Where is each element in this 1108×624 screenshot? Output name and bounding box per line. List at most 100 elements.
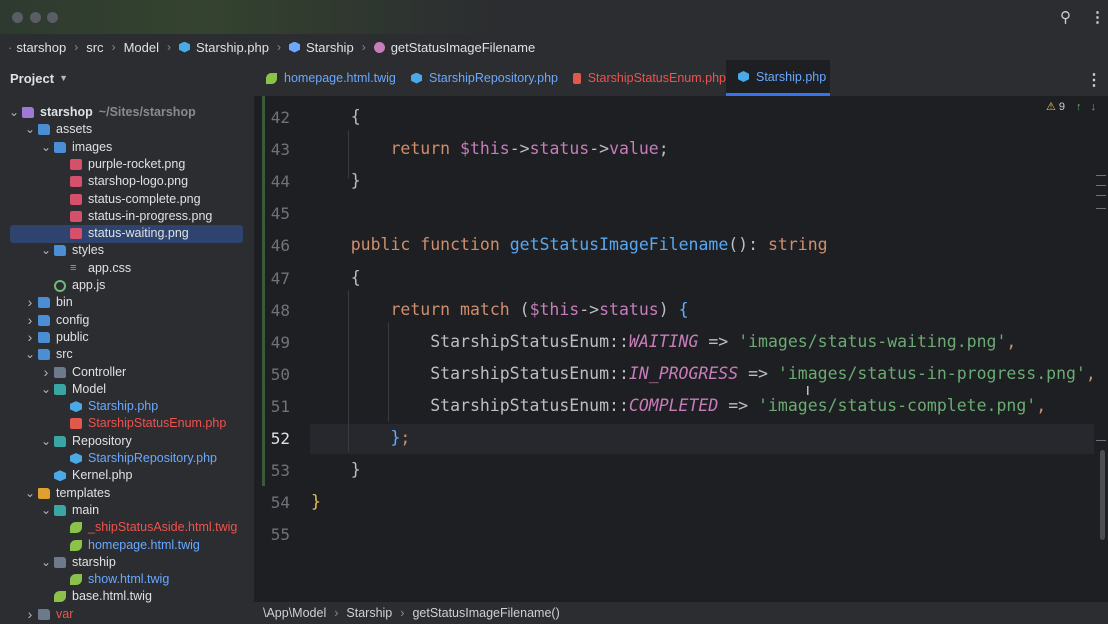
status-breadcrumb: \App\Model › Starship › getStatusImageFi… — [254, 602, 1108, 624]
chevron-down-icon[interactable]: ⌄ — [24, 346, 36, 363]
tree-item[interactable]: app.js — [0, 277, 254, 294]
twig-icon — [70, 574, 82, 586]
editor-tab[interactable]: homepage.html.twig — [254, 60, 399, 96]
next-highlight-icon[interactable]: ↓ — [1091, 101, 1097, 113]
code-token: COMPLETED — [628, 395, 719, 415]
code-line[interactable]: } — [311, 171, 361, 190]
code-token: } — [390, 428, 401, 447]
code-line[interactable]: StarshipStatusEnum::COMPLETED => 'images… — [311, 396, 1046, 415]
tree-item-label: starship — [72, 554, 116, 569]
tree-item[interactable]: _shipStatusAside.html.twig — [0, 519, 254, 536]
line-number: 48 — [270, 300, 290, 320]
tree-item[interactable]: StarshipRepository.php — [0, 450, 254, 467]
chevron-right-icon[interactable]: › — [24, 606, 36, 623]
breadcrumb-item-file[interactable]: Starship.php — [196, 40, 269, 55]
chevron-down-icon[interactable]: ⌄ — [40, 242, 52, 259]
code-line[interactable]: return $this->status->value; — [311, 139, 668, 159]
breadcrumb-item-class[interactable]: Starship — [306, 40, 354, 55]
tree-item[interactable]: starshop-logo.png — [0, 173, 254, 190]
breadcrumb-item-src[interactable]: src — [86, 40, 103, 55]
tree-item[interactable]: ⌄ templates — [0, 485, 254, 502]
tree-item[interactable]: show.html.twig — [0, 571, 254, 588]
chevron-right-icon[interactable]: › — [24, 329, 36, 346]
tree-item[interactable]: ⌄ main — [0, 502, 254, 519]
chevron-down-icon[interactable]: ⌄ — [40, 139, 52, 156]
code-line[interactable]: { — [311, 107, 361, 126]
tree-item[interactable]: › Controller — [0, 364, 254, 381]
tree-item[interactable]: › config — [0, 312, 254, 329]
editor-tab[interactable]: StarshipStatusEnum.php — [561, 60, 726, 96]
tree-item[interactable]: › bin — [0, 294, 254, 311]
inspection-widget[interactable]: ⚠ 9 ↑ ↓ — [1046, 100, 1097, 114]
breadcrumb-item-project[interactable]: starshop — [16, 40, 66, 55]
tree-item[interactable]: › public — [0, 329, 254, 346]
code-line[interactable]: public function getStatusImageFilename()… — [311, 235, 828, 254]
tree-item[interactable]: ⌄ assets — [0, 121, 254, 138]
tree-item[interactable]: ⌄ starshop ~/Sites/starshop — [0, 104, 254, 121]
tree-item[interactable]: Starship.php — [0, 398, 254, 415]
tree-item[interactable]: Kernel.php — [0, 467, 254, 484]
chevron-down-icon[interactable]: ⌄ — [40, 381, 52, 398]
code-line[interactable]: }; — [311, 428, 410, 447]
chevron-right-icon[interactable]: › — [24, 294, 36, 311]
tree-item[interactable]: status-complete.png — [0, 191, 254, 208]
code-token: status — [529, 139, 590, 159]
tree-item[interactable]: ⌄ starship — [0, 554, 254, 571]
code-line[interactable]: return match ($this->status) { — [311, 299, 688, 319]
editor-tab[interactable]: Starship.php — [726, 60, 830, 96]
folder-icon — [38, 331, 50, 343]
tree-item[interactable]: base.html.twig — [0, 588, 254, 605]
tree-item[interactable]: purple-rocket.png — [0, 156, 254, 173]
vertical-scrollbar[interactable] — [1100, 450, 1105, 540]
chevron-down-icon[interactable]: ⌄ — [40, 502, 52, 519]
code-line[interactable]: { — [311, 268, 361, 287]
code-line[interactable]: StarshipStatusEnum::WAITING => 'images/s… — [311, 332, 1016, 351]
status-namespace[interactable]: \App\Model — [263, 606, 326, 620]
tree-item[interactable]: status-waiting.png — [0, 225, 254, 244]
chevron-right-icon[interactable]: › — [24, 312, 36, 329]
code-token: StarshipStatusEnum:: — [311, 331, 629, 351]
minimize-window-button[interactable] — [30, 12, 41, 23]
chevron-down-icon[interactable]: ⌄ — [24, 121, 36, 138]
maximize-window-button[interactable] — [47, 12, 58, 23]
breadcrumb-item-method[interactable]: getStatusImageFilename — [391, 40, 536, 55]
status-class[interactable]: Starship — [346, 606, 392, 620]
image-icon — [70, 193, 82, 205]
tree-item[interactable]: ⌄ Model — [0, 381, 254, 398]
tree-item[interactable]: ⌄ images — [0, 139, 254, 156]
previous-highlight-icon[interactable]: ↑ — [1076, 101, 1082, 113]
close-window-button[interactable] — [12, 12, 23, 23]
line-number: 42 — [270, 108, 290, 127]
project-panel-header[interactable]: Project ▼ — [0, 60, 254, 96]
tabs-more-icon[interactable]: ⋮ — [1086, 70, 1102, 90]
chevron-down-icon[interactable]: ⌄ — [8, 104, 20, 121]
breadcrumb-item-model[interactable]: Model — [124, 40, 159, 55]
code-line[interactable]: } — [311, 492, 321, 511]
tree-item[interactable]: ≡ app.css — [0, 260, 254, 277]
tree-item[interactable]: ⌄ Repository — [0, 433, 254, 450]
chevron-down-icon[interactable]: ⌄ — [40, 433, 52, 450]
code-token: string — [768, 235, 828, 255]
tree-item-label: StarshipRepository.php — [88, 451, 218, 465]
code-token: -> — [579, 299, 600, 319]
more-menu-icon[interactable]: ⋮ — [1090, 8, 1105, 26]
scroll-marker — [1096, 440, 1106, 441]
status-method[interactable]: getStatusImageFilename() — [412, 606, 559, 620]
chevron-down-icon[interactable]: ⌄ — [40, 554, 52, 571]
tree-item[interactable]: ⌄ src — [0, 346, 254, 363]
tree-item[interactable]: › var — [0, 606, 254, 623]
code-line[interactable]: } — [311, 460, 361, 479]
chevron-down-icon[interactable]: ⌄ — [24, 485, 36, 502]
editor-tab[interactable]: StarshipRepository.php — [399, 60, 561, 96]
breadcrumb: · starshop › src › Model › Starship.php … — [0, 34, 1108, 60]
code-token: WAITING — [628, 331, 699, 351]
search-icon[interactable]: ⚲ — [1060, 8, 1071, 26]
tree-item[interactable]: StarshipStatusEnum.php — [0, 415, 254, 432]
line-number: 43 — [270, 140, 290, 160]
tree-item[interactable]: homepage.html.twig — [0, 537, 254, 554]
editor-tab-label: StarshipStatusEnum.php — [587, 71, 726, 85]
tree-item[interactable]: ⌄ styles — [0, 242, 254, 259]
chevron-right-icon[interactable]: › — [40, 364, 52, 381]
code-line[interactable]: StarshipStatusEnum::IN_PROGRESS => 'imag… — [311, 364, 1096, 383]
tree-item[interactable]: status-in-progress.png — [0, 208, 254, 225]
